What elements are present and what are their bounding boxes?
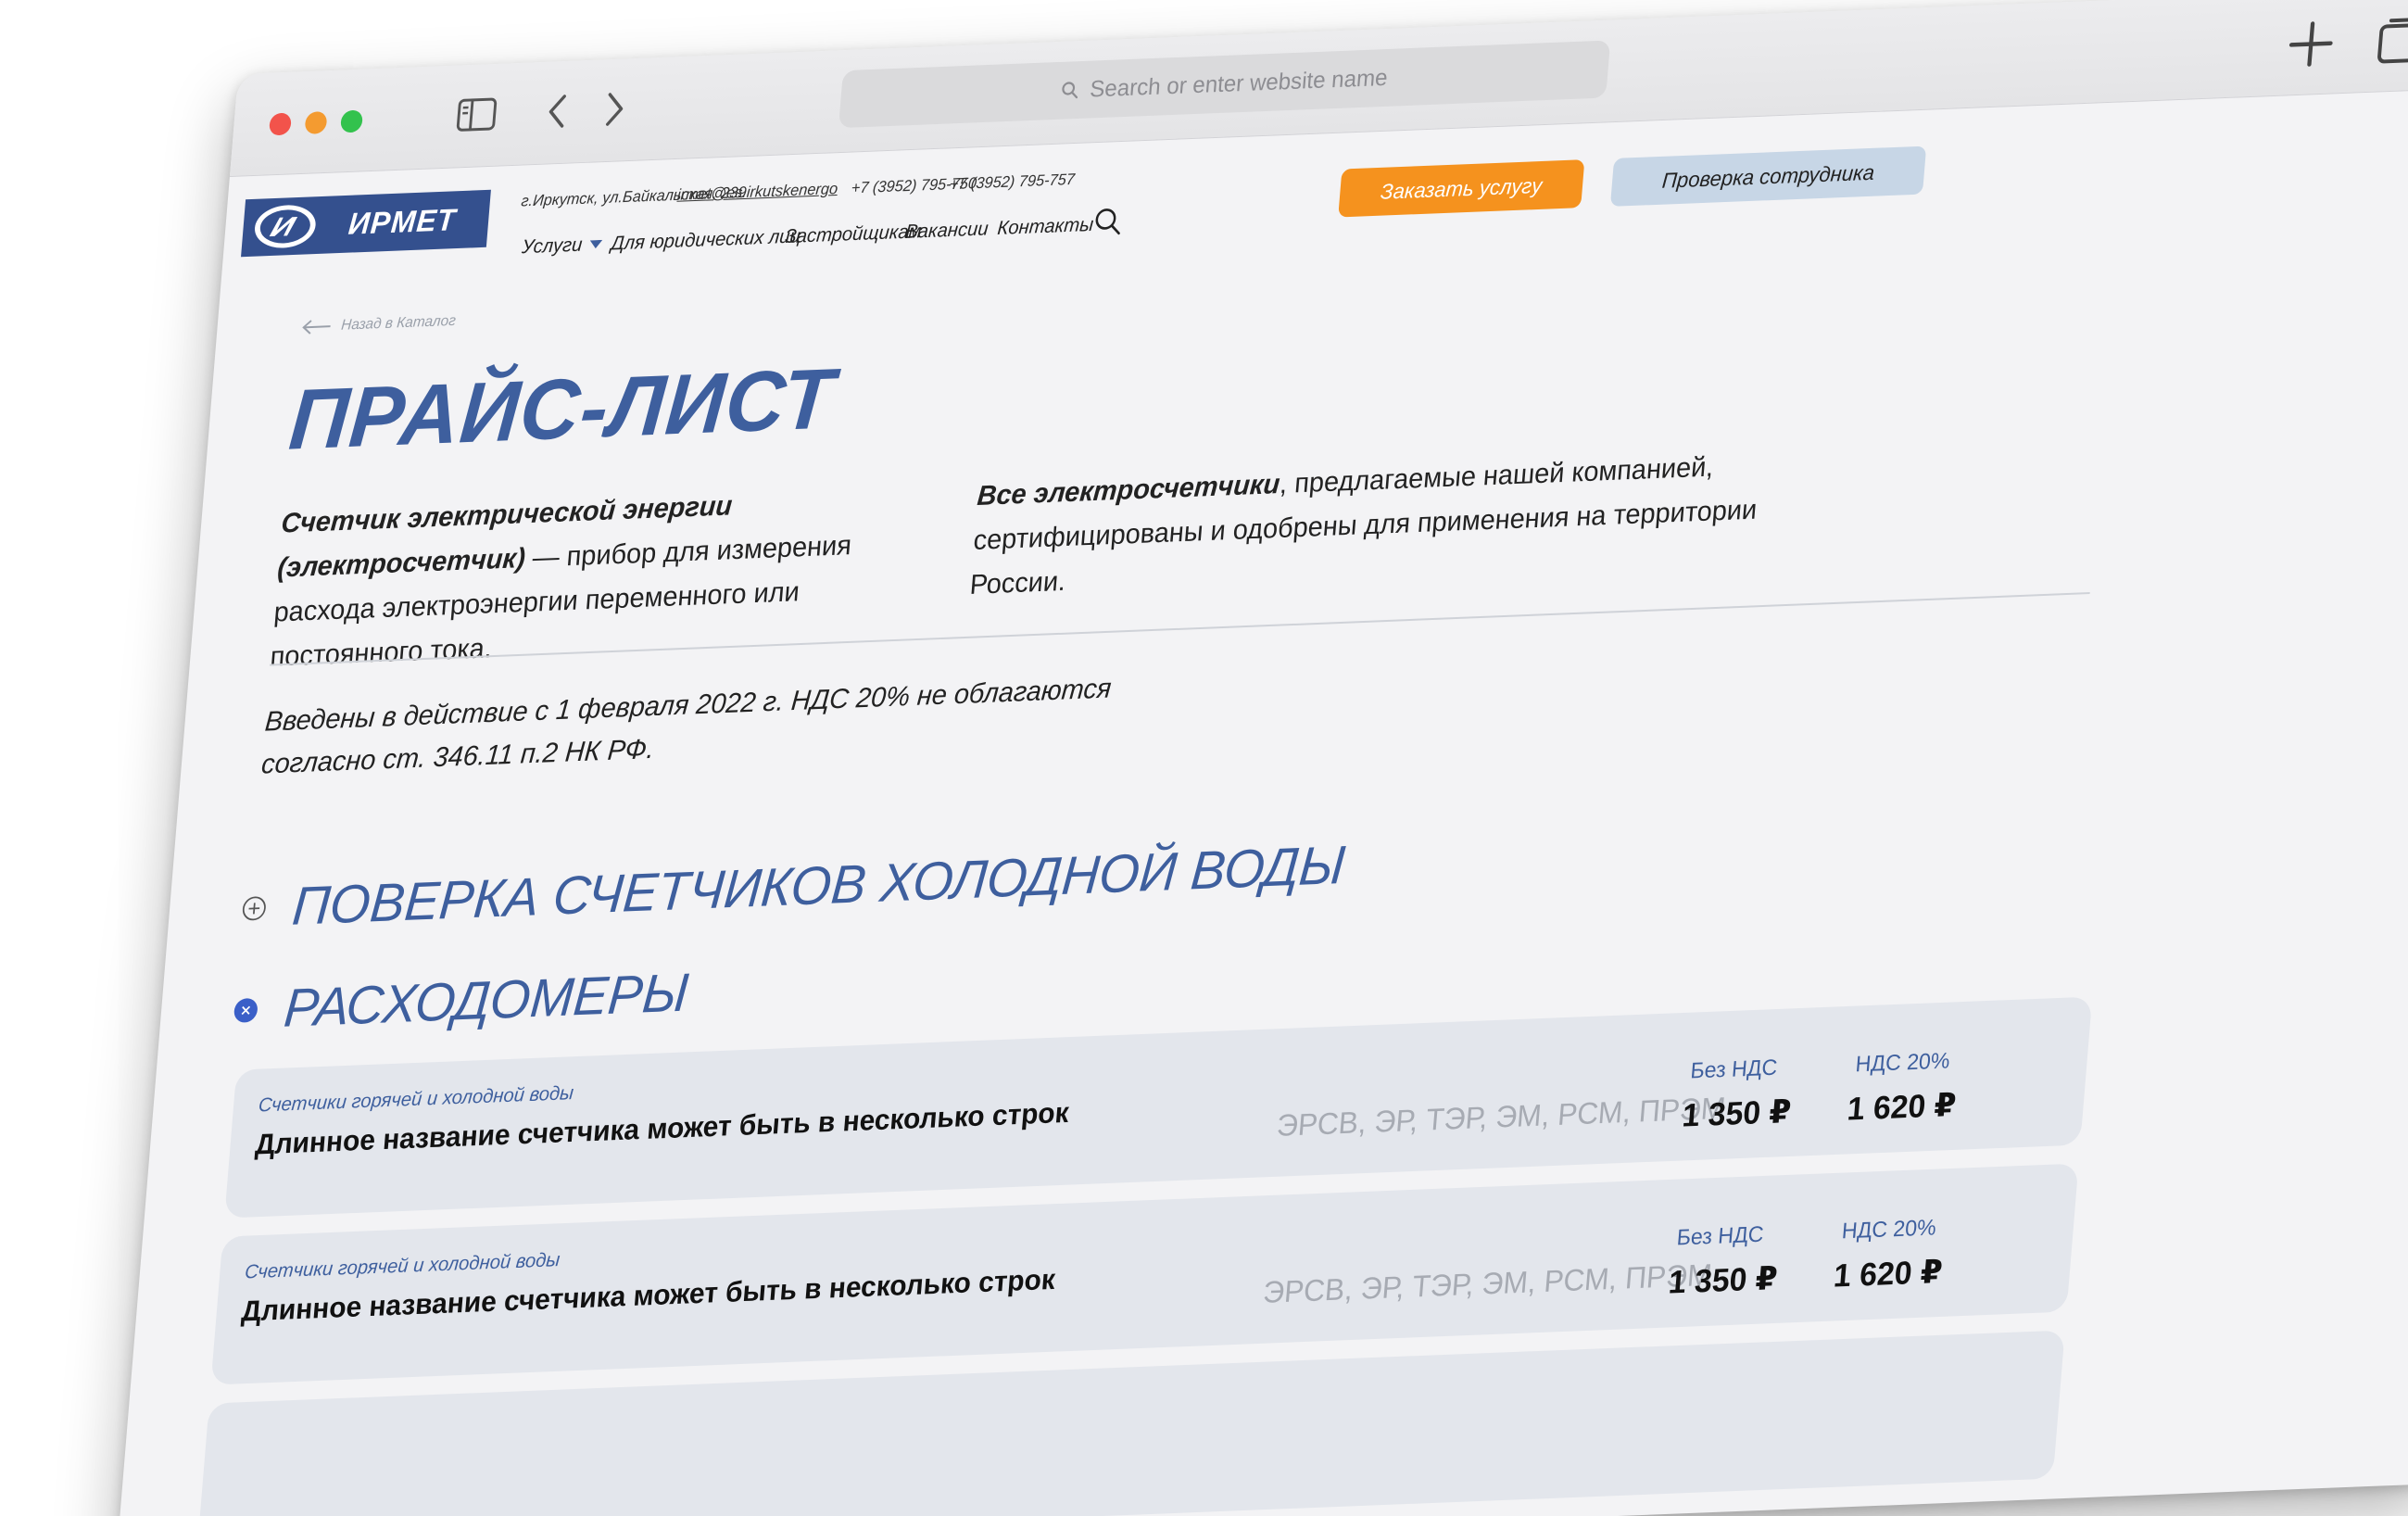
header-email-link[interactable]: irmet@es.irkutskenergo: [676, 180, 838, 205]
address-bar[interactable]: Search or enter website name: [838, 40, 1611, 129]
header-phone-2[interactable]: +7 (3952) 795-757: [949, 171, 1076, 194]
close-window-button[interactable]: [268, 112, 293, 136]
back-link-label: Назад в Каталог: [340, 312, 457, 334]
new-tab-icon[interactable]: [2284, 17, 2339, 70]
nav-item-services[interactable]: Услуги: [521, 234, 602, 259]
search-icon: [1062, 82, 1078, 99]
price-row-codes: ЭРСВ, ЭР, ТЭР, ЭМ, РСМ, ПРЭМ: [1275, 1090, 1727, 1143]
price-row-category: Счетчики горячей и холодной воды: [258, 1082, 575, 1117]
section-water-meters[interactable]: ПОВЕРКА СЧЕТЧИКОВ ХОЛОДНОЙ ВОДЫ: [238, 834, 1348, 940]
check-employee-button[interactable]: Проверка сотрудника: [1609, 145, 1927, 207]
logo-emblem-icon: [255, 205, 316, 248]
price-row-price-no-vat: 1 350 ₽: [1681, 1093, 1793, 1134]
description-right-bold: Все электросчетчики: [976, 469, 1281, 512]
expand-plus-icon: [242, 895, 266, 920]
browser-toolbar: Search or enter website name: [229, 0, 2408, 178]
logo-text: ИРМЕТ: [347, 202, 458, 241]
tab-overview-icon[interactable]: [2373, 12, 2408, 69]
nav-item-contacts[interactable]: Контакты: [997, 214, 1095, 240]
back-to-catalog-link[interactable]: Назад в Каталог: [301, 313, 456, 336]
nav-item-services-label: Услуги: [521, 234, 584, 259]
price-row-label-vat: НДС 20%: [1840, 1215, 1937, 1244]
price-row-label-no-vat: Без НДС: [1675, 1221, 1765, 1251]
nav-item-legal[interactable]: Для юридических лиц: [611, 225, 801, 255]
description-left: Счетчик электрической энергии (электросч…: [269, 477, 908, 680]
price-row-price-no-vat: 1 350 ₽: [1667, 1260, 1779, 1301]
nav-item-builders[interactable]: Застройщикам: [784, 221, 922, 248]
browser-window: Search or enter website name ИРМЕТ г.Ирк…: [115, 0, 2408, 1516]
price-row-price-vat: 1 620 ₽: [1832, 1253, 1944, 1295]
price-row-label-vat: НДС 20%: [1854, 1048, 1951, 1078]
order-service-button[interactable]: Заказать услугу: [1338, 159, 1585, 218]
nav-item-vacancies[interactable]: Вакансии: [904, 218, 989, 244]
sidebar-toggle-icon[interactable]: [456, 97, 498, 133]
back-arrow-icon[interactable]: [540, 91, 574, 133]
price-row-codes: ЭРСВ, ЭР, ТЭР, ЭМ, РСМ, ПРЭМ: [1261, 1257, 1714, 1309]
description-right-text: , предлагаемые нашей компанией, сертифиц…: [968, 451, 1759, 600]
chevron-down-icon: [589, 239, 602, 249]
tax-note: Введены в действие с 1 февраля 2022 г. Н…: [259, 673, 1113, 780]
section-water-meters-title: ПОВЕРКА СЧЕТЧИКОВ ХОЛОДНОЙ ВОДЫ: [290, 834, 1348, 937]
site-logo[interactable]: ИРМЕТ: [241, 189, 491, 258]
site-search-icon[interactable]: [1091, 206, 1125, 238]
section-flowmeters[interactable]: РАСХОДОМЕРЫ: [230, 962, 691, 1042]
page-title: ПРАЙС-ЛИСТ: [285, 351, 838, 468]
collapse-close-icon: [233, 997, 258, 1022]
arrow-left-icon: [302, 320, 331, 335]
forward-arrow-icon[interactable]: [599, 88, 632, 130]
address-bar-placeholder: Search or enter website name: [1089, 64, 1389, 103]
price-row-label-no-vat: Без НДС: [1689, 1055, 1779, 1084]
description-right: Все электросчетчики, предлагаемые нашей …: [968, 441, 1827, 608]
price-row-category: Счетчики горячей и холодной воды: [244, 1249, 561, 1283]
section-flowmeters-title: РАСХОДОМЕРЫ: [282, 962, 691, 1039]
minimize-window-button[interactable]: [304, 111, 328, 134]
price-row-price-vat: 1 620 ₽: [1846, 1086, 1958, 1128]
screenshot-stage: Search or enter website name ИРМЕТ г.Ирк…: [0, 0, 2408, 1516]
maximize-window-button[interactable]: [339, 109, 364, 133]
